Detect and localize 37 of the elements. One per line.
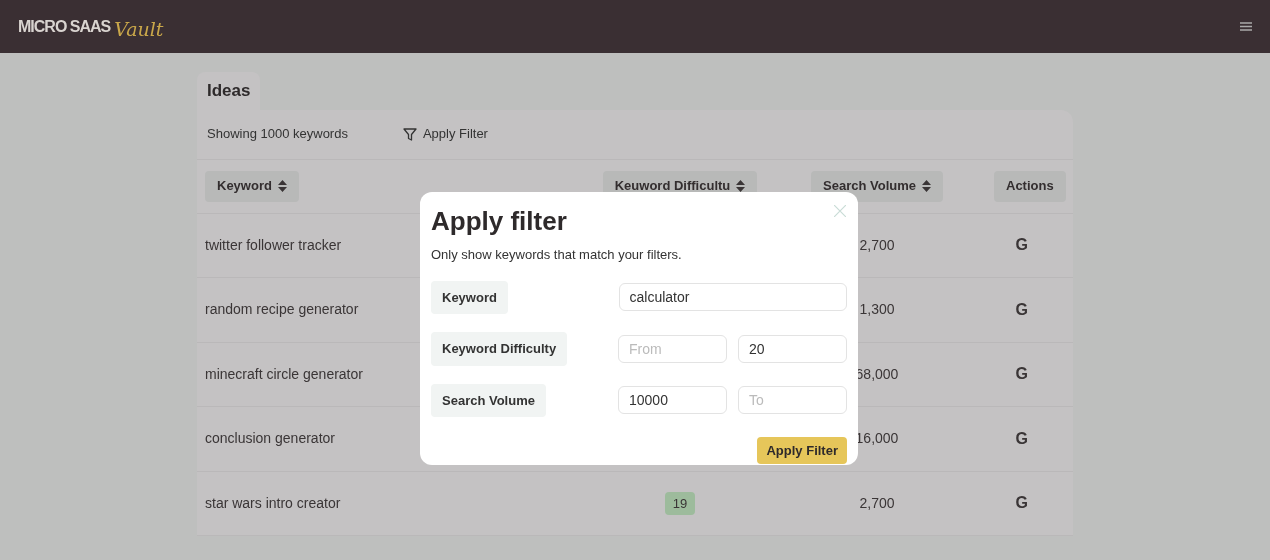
column-header[interactable]: Actions (994, 170, 1066, 202)
input-field[interactable]: 10000 (618, 386, 727, 415)
keyword-cell-text: twitter follower tracker (205, 235, 342, 255)
input-field[interactable]: To (738, 386, 847, 415)
keyword-cell-text: conclusion generator (205, 429, 335, 449)
dialog-description: Only show keywords that match your filters. (431, 246, 683, 264)
google-search-link[interactable]: G (1015, 233, 1028, 258)
input-field[interactable]: 20 (738, 334, 847, 363)
apply-filter-button[interactable]: Apply Filter (402, 124, 488, 144)
keyword-cell-text: random recipe generator (205, 300, 359, 320)
volume-cell-text: 1,300 (859, 300, 895, 320)
column-header[interactable]: Keyword (205, 170, 299, 202)
google-search-link[interactable]: G (1015, 491, 1028, 516)
google-search-link[interactable]: G (1015, 297, 1028, 322)
google-search-link[interactable]: G (1015, 362, 1028, 387)
menu-icon[interactable] (1240, 22, 1252, 31)
logo-text: MICRO SAAS (18, 16, 111, 37)
volume-cell-text: 16,000 (855, 429, 899, 449)
keyword-count: Showing 1000 keywords (207, 125, 348, 144)
keyword-cell-text: star wars intro creator (205, 493, 341, 513)
filter-icon (402, 127, 417, 141)
difficulty-badge: 19 (664, 491, 696, 515)
sort-icon (277, 180, 287, 192)
google-search-link[interactable]: G (1015, 426, 1028, 451)
logo-script: Vault (114, 19, 164, 39)
input-field[interactable]: calculator (618, 283, 847, 312)
keyword-cell-text: minecraft circle generator (205, 364, 363, 384)
sort-icon (736, 180, 746, 192)
volume-cell-text: 2,700 (859, 493, 895, 513)
tab[interactable]: Ideas (197, 72, 261, 110)
volume-cell-text: 2,700 (859, 235, 895, 255)
input-field[interactable]: From (618, 334, 727, 363)
column-header[interactable]: Search Volume (811, 170, 943, 202)
dialog-title: Apply filter (431, 205, 567, 238)
field-label: Keyword (431, 280, 619, 314)
sort-icon (922, 180, 931, 192)
apply-filter-submit-button[interactable]: Apply Filter (757, 437, 847, 464)
